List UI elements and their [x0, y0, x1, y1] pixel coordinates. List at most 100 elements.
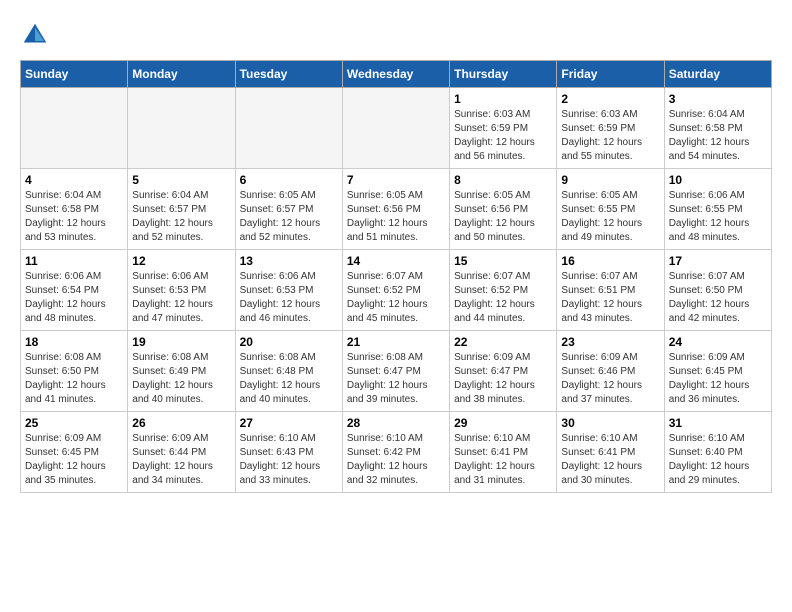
calendar-cell: 9 Sunrise: 6:05 AMSunset: 6:55 PMDaylight… — [557, 169, 664, 250]
calendar-cell: 28Sunrise: 6:10 AMSunset: 6:42 PMDayligh… — [342, 412, 449, 493]
day-info: Sunrise: 6:10 AMSunset: 6:41 PMDaylight:… — [454, 432, 552, 488]
day-info: Sunrise: 6:07 AMSunset: 6:50 PMDaylight:… — [669, 270, 767, 326]
day-number: 2 — [561, 92, 659, 106]
calendar-cell — [235, 88, 342, 169]
day-number: 21 — [347, 335, 445, 349]
day-info: Sunrise: 6:10 AMSunset: 6:42 PMDaylight:… — [347, 432, 445, 488]
day-number: 25 — [25, 416, 123, 430]
day-info: Sunrise: 6:06 AMSunset: 6:53 PMDaylight:… — [240, 270, 338, 326]
day-number: 20 — [240, 335, 338, 349]
calendar-cell: 23 Sunrise: 6:09 AMSunset: 6:46 PMDayligh… — [557, 331, 664, 412]
day-number: 8 — [454, 173, 552, 187]
weekday-header-monday: Monday — [128, 61, 235, 88]
calendar-cell: 27 Sunrise: 6:10 AMSunset: 6:43 PMDayligh… — [235, 412, 342, 493]
day-number: 30 — [561, 416, 659, 430]
calendar-cell: 2Sunrise: 6:03 AMSunset: 6:59 PMDaylight… — [557, 88, 664, 169]
day-info: Sunrise: 6:10 AMSunset: 6:43 PMDaylight:… — [240, 432, 338, 488]
day-number: 16 — [561, 254, 659, 268]
day-info: Sunrise: 6:06 AMSunset: 6:54 PMDaylight:… — [25, 270, 123, 326]
week-row-4: 18 Sunrise: 6:08 AMSunset: 6:50 PMDayligh… — [21, 331, 772, 412]
day-info: Sunrise: 6:09 AMSunset: 6:44 PMDaylight:… — [132, 432, 230, 488]
day-number: 4 — [25, 173, 123, 187]
day-info: Sunrise: 6:08 AMSunset: 6:47 PMDaylight:… — [347, 351, 445, 407]
day-number: 5 — [132, 173, 230, 187]
calendar-cell: 12Sunrise: 6:06 AMSunset: 6:53 PMDayligh… — [128, 250, 235, 331]
day-number: 9 — [561, 173, 659, 187]
weekday-header-saturday: Saturday — [664, 61, 771, 88]
day-info: Sunrise: 6:04 AMSunset: 6:57 PMDaylight:… — [132, 189, 230, 245]
day-info: Sunrise: 6:06 AMSunset: 6:55 PMDaylight:… — [669, 189, 767, 245]
calendar-cell: 4 Sunrise: 6:04 AMSunset: 6:58 PMDaylight… — [21, 169, 128, 250]
logo-icon — [20, 20, 50, 50]
day-info: Sunrise: 6:04 AMSunset: 6:58 PMDaylight:… — [669, 108, 767, 164]
day-info: Sunrise: 6:05 AMSunset: 6:55 PMDaylight:… — [561, 189, 659, 245]
day-info: Sunrise: 6:07 AMSunset: 6:51 PMDaylight:… — [561, 270, 659, 326]
day-info: Sunrise: 6:08 AMSunset: 6:50 PMDaylight:… — [25, 351, 123, 407]
day-info: Sunrise: 6:08 AMSunset: 6:49 PMDaylight:… — [132, 351, 230, 407]
calendar-cell: 7Sunrise: 6:05 AMSunset: 6:56 PMDaylight… — [342, 169, 449, 250]
weekday-header-wednesday: Wednesday — [342, 61, 449, 88]
calendar-cell: 6 Sunrise: 6:05 AMSunset: 6:57 PMDaylight… — [235, 169, 342, 250]
calendar-cell: 16 Sunrise: 6:07 AMSunset: 6:51 PMDayligh… — [557, 250, 664, 331]
calendar-cell: 24Sunrise: 6:09 AMSunset: 6:45 PMDayligh… — [664, 331, 771, 412]
calendar: SundayMondayTuesdayWednesdayThursdayFrid… — [20, 60, 772, 493]
calendar-cell: 10 Sunrise: 6:06 AMSunset: 6:55 PMDayligh… — [664, 169, 771, 250]
calendar-cell: 11Sunrise: 6:06 AMSunset: 6:54 PMDayligh… — [21, 250, 128, 331]
calendar-cell: 25Sunrise: 6:09 AMSunset: 6:45 PMDayligh… — [21, 412, 128, 493]
weekday-header-thursday: Thursday — [450, 61, 557, 88]
day-info: Sunrise: 6:08 AMSunset: 6:48 PMDaylight:… — [240, 351, 338, 407]
calendar-cell: 17Sunrise: 6:07 AMSunset: 6:50 PMDayligh… — [664, 250, 771, 331]
calendar-cell: 14 Sunrise: 6:07 AMSunset: 6:52 PMDayligh… — [342, 250, 449, 331]
day-info: Sunrise: 6:10 AMSunset: 6:40 PMDaylight:… — [669, 432, 767, 488]
day-number: 22 — [454, 335, 552, 349]
day-number: 23 — [561, 335, 659, 349]
day-info: Sunrise: 6:03 AMSunset: 6:59 PMDaylight:… — [454, 108, 552, 164]
day-number: 27 — [240, 416, 338, 430]
day-number: 29 — [454, 416, 552, 430]
day-number: 31 — [669, 416, 767, 430]
day-number: 26 — [132, 416, 230, 430]
calendar-cell: 13 Sunrise: 6:06 AMSunset: 6:53 PMDayligh… — [235, 250, 342, 331]
day-number: 10 — [669, 173, 767, 187]
calendar-cell: 8 Sunrise: 6:05 AMSunset: 6:56 PMDaylight… — [450, 169, 557, 250]
day-info: Sunrise: 6:05 AMSunset: 6:56 PMDaylight:… — [454, 189, 552, 245]
day-info: Sunrise: 6:10 AMSunset: 6:41 PMDaylight:… — [561, 432, 659, 488]
calendar-cell: 3 Sunrise: 6:04 AMSunset: 6:58 PMDaylight… — [664, 88, 771, 169]
day-number: 19 — [132, 335, 230, 349]
day-info: Sunrise: 6:07 AMSunset: 6:52 PMDaylight:… — [347, 270, 445, 326]
day-number: 18 — [25, 335, 123, 349]
day-number: 6 — [240, 173, 338, 187]
calendar-cell: 19 Sunrise: 6:08 AMSunset: 6:49 PMDayligh… — [128, 331, 235, 412]
day-number: 14 — [347, 254, 445, 268]
weekday-header-tuesday: Tuesday — [235, 61, 342, 88]
day-number: 1 — [454, 92, 552, 106]
calendar-cell — [342, 88, 449, 169]
calendar-cell: 5 Sunrise: 6:04 AMSunset: 6:57 PMDaylight… — [128, 169, 235, 250]
logo — [20, 20, 54, 50]
week-row-2: 4 Sunrise: 6:04 AMSunset: 6:58 PMDaylight… — [21, 169, 772, 250]
day-number: 13 — [240, 254, 338, 268]
calendar-cell: 20 Sunrise: 6:08 AMSunset: 6:48 PMDayligh… — [235, 331, 342, 412]
weekday-header-row: SundayMondayTuesdayWednesdayThursdayFrid… — [21, 61, 772, 88]
week-row-1: 1 Sunrise: 6:03 AMSunset: 6:59 PMDaylight… — [21, 88, 772, 169]
day-info: Sunrise: 6:07 AMSunset: 6:52 PMDaylight:… — [454, 270, 552, 326]
calendar-cell: 21 Sunrise: 6:08 AMSunset: 6:47 PMDayligh… — [342, 331, 449, 412]
week-row-5: 25Sunrise: 6:09 AMSunset: 6:45 PMDayligh… — [21, 412, 772, 493]
calendar-cell: 15 Sunrise: 6:07 AMSunset: 6:52 PMDayligh… — [450, 250, 557, 331]
calendar-cell — [21, 88, 128, 169]
header — [20, 20, 772, 50]
day-number: 3 — [669, 92, 767, 106]
calendar-cell: 26 Sunrise: 6:09 AMSunset: 6:44 PMDayligh… — [128, 412, 235, 493]
day-number: 15 — [454, 254, 552, 268]
day-number: 12 — [132, 254, 230, 268]
day-info: Sunrise: 6:04 AMSunset: 6:58 PMDaylight:… — [25, 189, 123, 245]
weekday-header-friday: Friday — [557, 61, 664, 88]
day-number: 7 — [347, 173, 445, 187]
day-info: Sunrise: 6:05 AMSunset: 6:57 PMDaylight:… — [240, 189, 338, 245]
calendar-cell: 18 Sunrise: 6:08 AMSunset: 6:50 PMDayligh… — [21, 331, 128, 412]
week-row-3: 11Sunrise: 6:06 AMSunset: 6:54 PMDayligh… — [21, 250, 772, 331]
calendar-cell — [128, 88, 235, 169]
day-info: Sunrise: 6:09 AMSunset: 6:46 PMDaylight:… — [561, 351, 659, 407]
calendar-cell: 22Sunrise: 6:09 AMSunset: 6:47 PMDayligh… — [450, 331, 557, 412]
calendar-cell: 1 Sunrise: 6:03 AMSunset: 6:59 PMDaylight… — [450, 88, 557, 169]
